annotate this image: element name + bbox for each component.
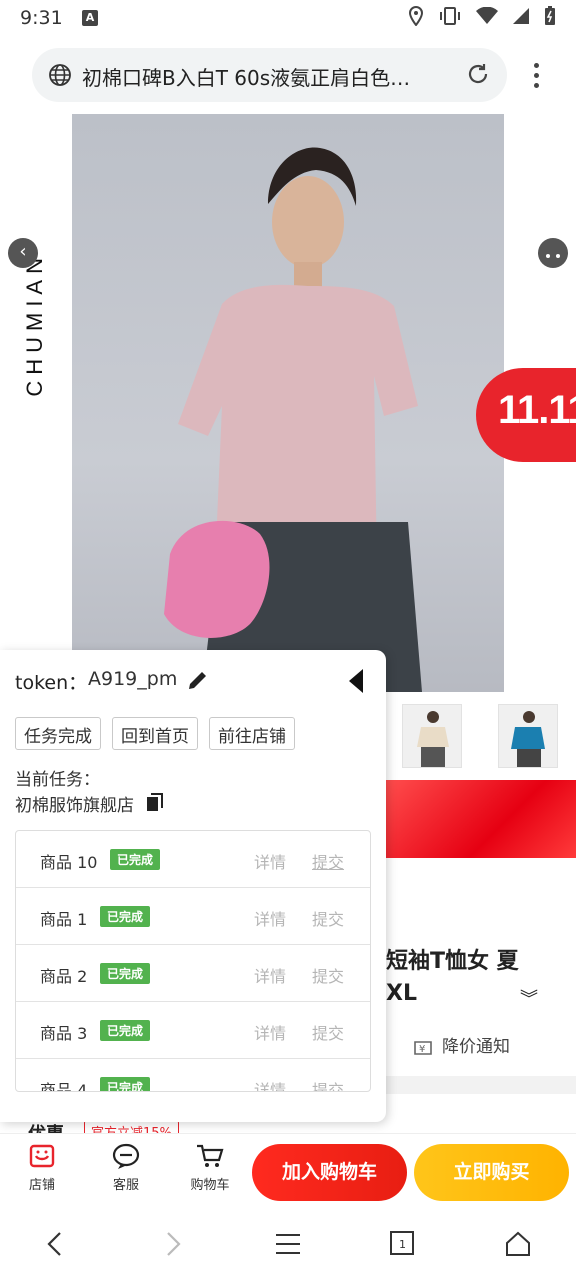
- task-name: 商品 3: [40, 1024, 88, 1043]
- task-complete-button[interactable]: 任务完成: [15, 717, 101, 750]
- url-text[interactable]: 初棉口碑B入白T 60s液氨正肩白色…: [82, 62, 452, 91]
- system-nav-bar: 1: [0, 1210, 576, 1280]
- svg-text:1: 1: [399, 1238, 406, 1251]
- status-badge: 已完成: [100, 1020, 151, 1041]
- nav-back-icon[interactable]: [44, 1230, 66, 1258]
- nav-menu-icon[interactable]: [274, 1230, 302, 1258]
- color-thumbnails: [386, 692, 576, 780]
- wifi-icon: [476, 7, 498, 24]
- status-badge: 已完成: [100, 1077, 151, 1091]
- task-row: 商品 10 已完成 详情 提交: [16, 831, 370, 888]
- location-icon: [408, 6, 424, 26]
- more-icon[interactable]: [538, 238, 568, 268]
- chat-bubble-icon: [112, 1143, 140, 1169]
- task-row: 商品 1 已完成 详情 提交: [16, 888, 370, 945]
- status-badge: 已完成: [100, 906, 151, 927]
- product-gallery[interactable]: CHUMIAN ‹ 11.11 1/5: [0, 112, 576, 780]
- double-eleven-badge: 11.11: [476, 368, 576, 462]
- task-row: 商品 3 已完成 详情 提交: [16, 1002, 370, 1059]
- cart-tab[interactable]: 购物车: [180, 1142, 240, 1193]
- product-title: 短袖T恤女 夏 XL: [386, 949, 519, 1006]
- promo-banner: [386, 780, 576, 858]
- copy-icon[interactable]: [146, 793, 164, 813]
- submit-link[interactable]: 提交: [312, 906, 344, 930]
- task-panel: token： A919_pm 任务完成 回到首页 前往店铺 当前任务： 初棉服饰…: [0, 650, 386, 1122]
- reload-icon[interactable]: [465, 61, 491, 87]
- chevron-down-icon[interactable]: ︾: [520, 985, 538, 1011]
- status-time: 9:31: [20, 7, 63, 29]
- task-name: 商品 2: [40, 967, 88, 986]
- nav-home-icon[interactable]: [504, 1230, 532, 1258]
- nav-forward-icon[interactable]: [162, 1230, 184, 1258]
- cart-icon: [197, 1144, 224, 1167]
- submit-link[interactable]: 提交: [312, 963, 344, 987]
- status-badge: 已完成: [100, 963, 151, 984]
- task-name: 商品 4: [40, 1081, 88, 1092]
- task-row: 商品 4 已完成 详情 提交: [16, 1059, 370, 1092]
- service-tab[interactable]: 客服: [96, 1142, 156, 1193]
- detail-link[interactable]: 详情: [254, 849, 286, 873]
- detail-link[interactable]: 详情: [254, 963, 286, 987]
- task-list: 商品 10 已完成 详情 提交 商品 1 已完成 详情 提交 商品 2 已完成 …: [15, 830, 371, 1092]
- edit-pencil-icon[interactable]: [186, 668, 210, 692]
- vibrate-icon: [440, 7, 460, 25]
- current-task-label: 当前任务：: [15, 770, 100, 790]
- submit-link[interactable]: 提交: [312, 849, 344, 873]
- product-photo[interactable]: [72, 114, 504, 692]
- accessibility-a-icon: A: [82, 10, 98, 26]
- back-arrow-icon[interactable]: ‹: [8, 238, 38, 268]
- price-notify[interactable]: ¥ 降价通知: [412, 1032, 510, 1057]
- task-row: 商品 2 已完成 详情 提交: [16, 945, 370, 1002]
- panel-button-row: 任务完成 回到首页 前往店铺: [15, 717, 295, 750]
- thumbnail-blue[interactable]: [498, 704, 558, 768]
- browser-menu-icon[interactable]: [526, 60, 546, 92]
- shop-tab[interactable]: 店铺: [12, 1142, 72, 1193]
- token-value: A919_pm: [88, 668, 178, 690]
- model-illustration: [164, 147, 422, 692]
- thumbnail-beige[interactable]: [402, 704, 462, 768]
- signal-icon: [513, 8, 529, 24]
- nav-tabs-icon[interactable]: 1: [389, 1230, 415, 1256]
- go-to-shop-button[interactable]: 前往店铺: [209, 717, 295, 750]
- task-name: 商品 1: [40, 910, 88, 929]
- back-home-button[interactable]: 回到首页: [112, 717, 198, 750]
- collapse-arrow-icon[interactable]: [348, 668, 364, 694]
- current-shop-name: 初棉服饰旗舰店: [15, 796, 134, 816]
- brand-logo: CHUMIAN: [22, 252, 47, 397]
- globe-icon: [49, 64, 71, 86]
- detail-link[interactable]: 详情: [254, 906, 286, 930]
- token-label: token：: [15, 672, 88, 694]
- status-icons: [408, 6, 556, 26]
- buy-now-button[interactable]: 立即购买: [414, 1144, 569, 1201]
- divider-strip: [386, 1076, 576, 1094]
- status-bar: 9:31 A: [0, 0, 576, 38]
- submit-link[interactable]: 提交: [312, 1020, 344, 1044]
- detail-link[interactable]: 详情: [254, 1077, 286, 1091]
- status-badge: 已完成: [110, 849, 161, 870]
- url-bar[interactable]: 初棉口碑B入白T 60s液氨正肩白色…: [32, 48, 507, 102]
- svg-text:¥: ¥: [419, 1044, 425, 1055]
- shop-icon: [29, 1144, 55, 1168]
- battery-icon: [545, 6, 555, 25]
- add-to-cart-button[interactable]: 加入购物车: [252, 1144, 407, 1201]
- submit-link[interactable]: 提交: [312, 1077, 344, 1091]
- task-name: 商品 10: [40, 853, 98, 872]
- price-drop-icon: ¥: [414, 1040, 432, 1055]
- detail-link[interactable]: 详情: [254, 1020, 286, 1044]
- bottom-action-bar: 店铺 客服 购物车 加入购物车 立即购买: [0, 1133, 576, 1209]
